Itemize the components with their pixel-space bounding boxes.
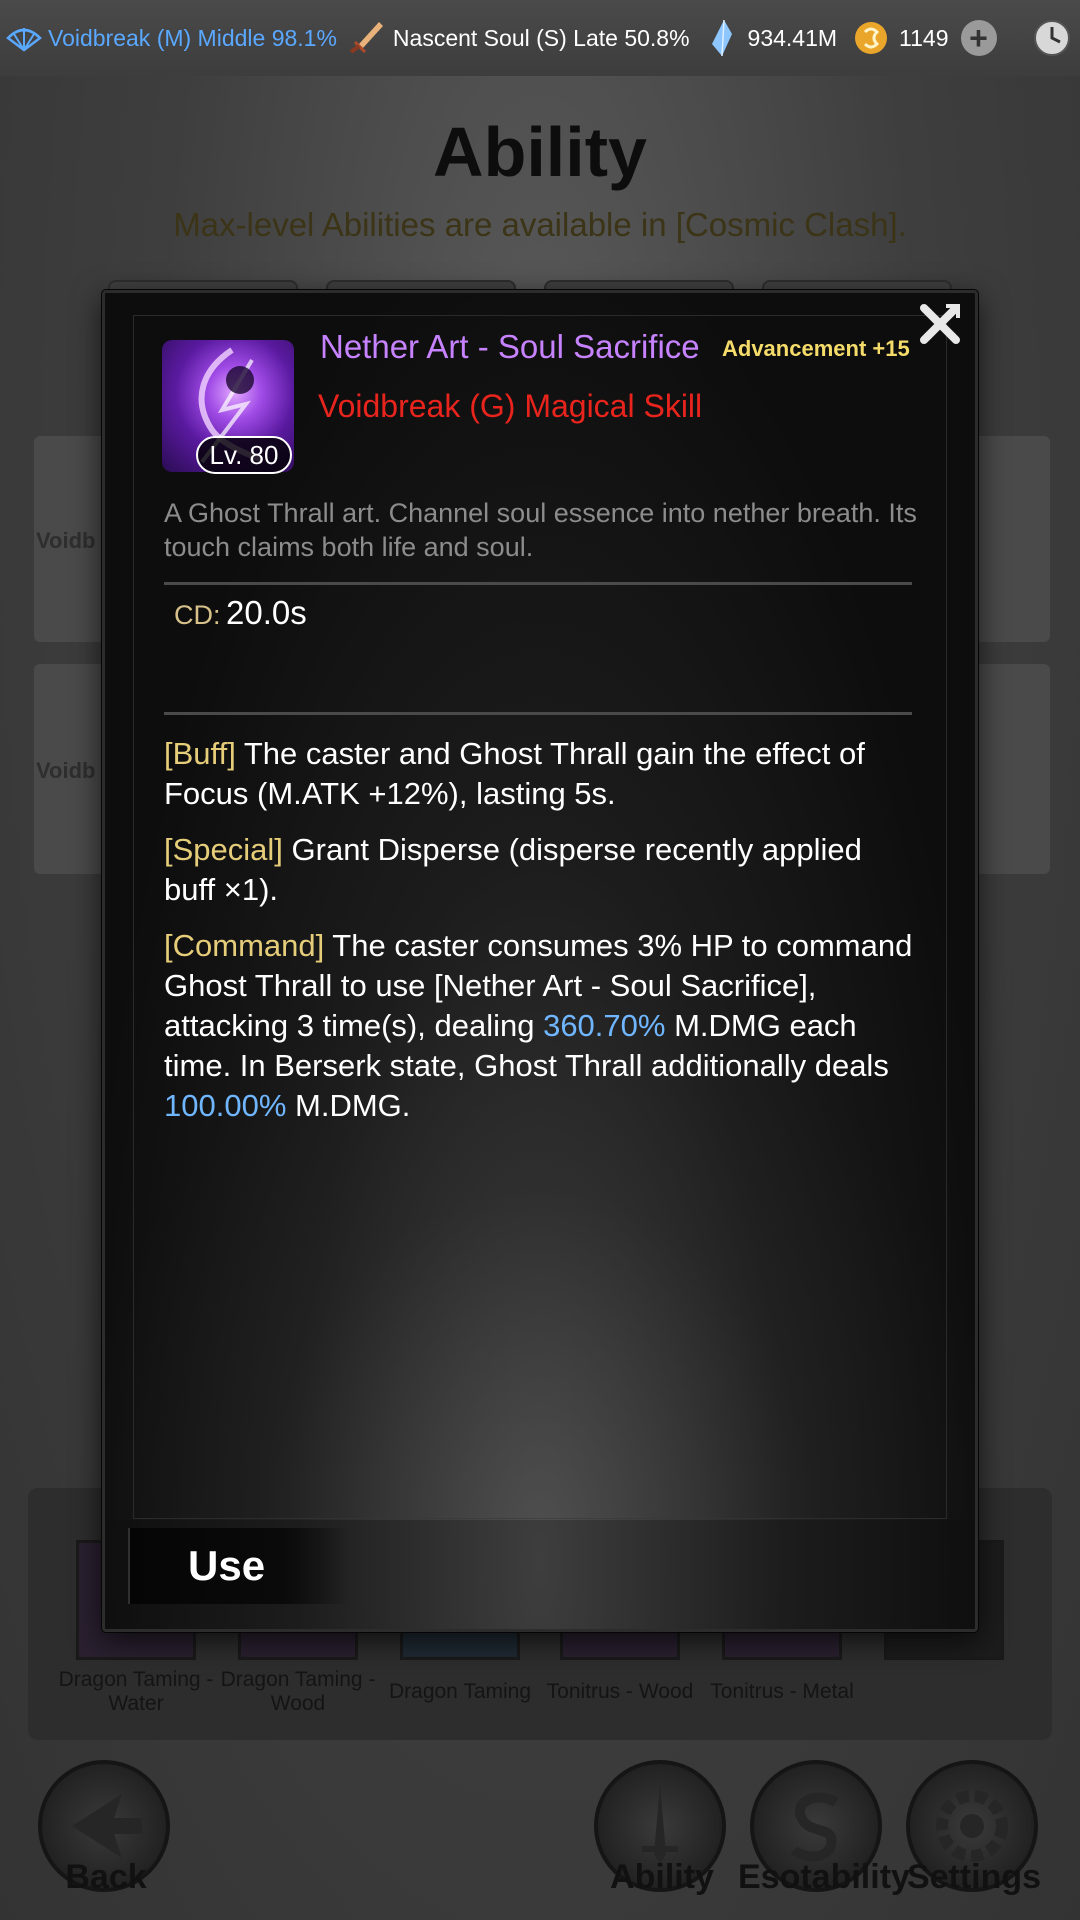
fan-icon <box>6 28 42 52</box>
strip-label: Dragon Taming <box>388 1680 532 1703</box>
nascent-soul-status[interactable]: Nascent Soul (S) Late 50.8% <box>345 18 690 58</box>
cooldown-value: 20.0s <box>226 594 307 631</box>
ability-card-label: Voidb <box>36 758 96 783</box>
buff-tag: [Buff] <box>164 736 236 771</box>
divider <box>164 712 912 715</box>
clock-icon[interactable] <box>1032 18 1072 58</box>
cultivation-status[interactable]: Voidbreak (M) Middle 98.1% <box>4 18 337 58</box>
esotability-nav-label: Esotability <box>738 1858 910 1896</box>
level-badge: Lv. 80 <box>196 436 292 474</box>
spirit-stone-value: 934.41M <box>747 24 838 51</box>
skill-name: Nether Art - Soul Sacrifice <box>320 328 700 365</box>
currency-value: 1149 <box>899 24 949 51</box>
advancement-label: Advancement +15 <box>722 336 910 361</box>
ability-card-label: Voidb <box>36 528 96 553</box>
currency-counter[interactable]: 1149 <box>851 18 949 58</box>
strip-label: Tonitrus - Wood <box>546 1680 694 1703</box>
strip-label: Tonitrus - Metal <box>710 1680 854 1703</box>
command-text: M.DMG. <box>286 1088 411 1123</box>
berserk-damage-value: 100.00% <box>164 1088 287 1123</box>
divider <box>164 582 912 585</box>
spirit-stone-counter[interactable]: 934.41M <box>700 18 838 58</box>
command-damage-value: 360.70% <box>543 1008 666 1043</box>
buff-text: The caster and Ghost Thrall gain the eff… <box>164 736 865 811</box>
status-bar: Voidbreak (M) Middle 98.1% Nascent Soul … <box>0 0 1080 76</box>
back-label: Back <box>65 1858 147 1896</box>
special-tag: [Special] <box>164 832 283 867</box>
cooldown-label: CD: <box>174 600 221 630</box>
sword-icon <box>349 22 383 54</box>
settings-nav-label: Settings <box>906 1858 1042 1896</box>
coin-icon <box>855 22 888 54</box>
ability-nav-label: Ability <box>610 1858 714 1896</box>
crystal-icon <box>711 19 732 57</box>
buff-effect: [Buff] The caster and Ghost Thrall gain … <box>164 734 914 814</box>
strip-label: Dragon Taming - Wood <box>220 1668 376 1715</box>
special-effect: [Special] Grant Disperse (disperse recen… <box>164 830 914 910</box>
use-button[interactable]: Use <box>128 1528 348 1604</box>
nascent-soul-text: Nascent Soul (S) Late 50.8% <box>392 24 690 51</box>
cultivation-text: Voidbreak (M) Middle 98.1% <box>48 24 337 51</box>
command-effect: [Command] The caster consumes 3% HP to c… <box>164 926 914 1126</box>
close-icon[interactable] <box>916 300 964 348</box>
command-tag: [Command] <box>164 928 325 963</box>
skill-type: Voidbreak (G) Magical Skill <box>318 388 703 424</box>
plus-icon[interactable]: + <box>960 20 997 56</box>
strip-label: Dragon Taming - Water <box>58 1668 214 1715</box>
page-title: Ability <box>433 113 647 191</box>
page-notice: Max-level Abilities are available in [Co… <box>173 206 907 243</box>
skill-effects: [Buff] The caster and Ghost Thrall gain … <box>164 734 914 1142</box>
skill-lore: A Ghost Thrall art. Channel soul essence… <box>164 498 917 562</box>
